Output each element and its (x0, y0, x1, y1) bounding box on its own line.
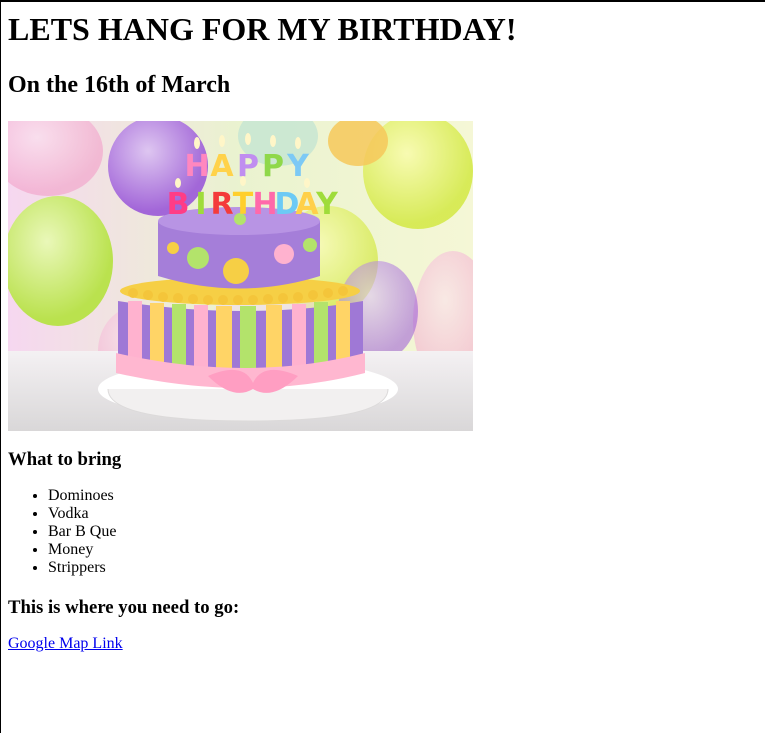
candle-letter: B (167, 187, 190, 222)
candle-letter: T (233, 187, 254, 222)
bring-heading: What to bring (8, 449, 122, 470)
list-item: Bar B Que (48, 523, 748, 541)
candle-letter: H (184, 149, 209, 184)
list-item: Money (48, 541, 748, 559)
bring-list: Dominoes Vodka Bar B Que Money Strippers (8, 487, 748, 577)
page-content: LETS HANG FOR MY BIRTHDAY! On the 16th o… (8, 0, 748, 653)
candle-letter: R (210, 187, 233, 222)
page-title: LETS HANG FOR MY BIRTHDAY! (8, 11, 517, 47)
list-item: Dominoes (48, 487, 748, 505)
candle-letter: P (237, 149, 259, 184)
event-date: On the 16th of March (8, 72, 231, 98)
candle-letter: P (262, 149, 284, 184)
candle-letter: A (210, 149, 234, 184)
candle-letter: Y (315, 187, 339, 222)
birthday-cake-image: H A P P Y B I R T H D A Y (8, 121, 473, 431)
window-left-border (0, 0, 1, 733)
map-link-paragraph: Google Map Link (8, 635, 748, 653)
candle-letter: I (195, 187, 206, 222)
where-heading: This is where you need to go: (8, 597, 240, 618)
google-map-link[interactable]: Google Map Link (8, 635, 123, 652)
list-item: Vodka (48, 505, 748, 523)
list-item: Strippers (48, 559, 748, 577)
